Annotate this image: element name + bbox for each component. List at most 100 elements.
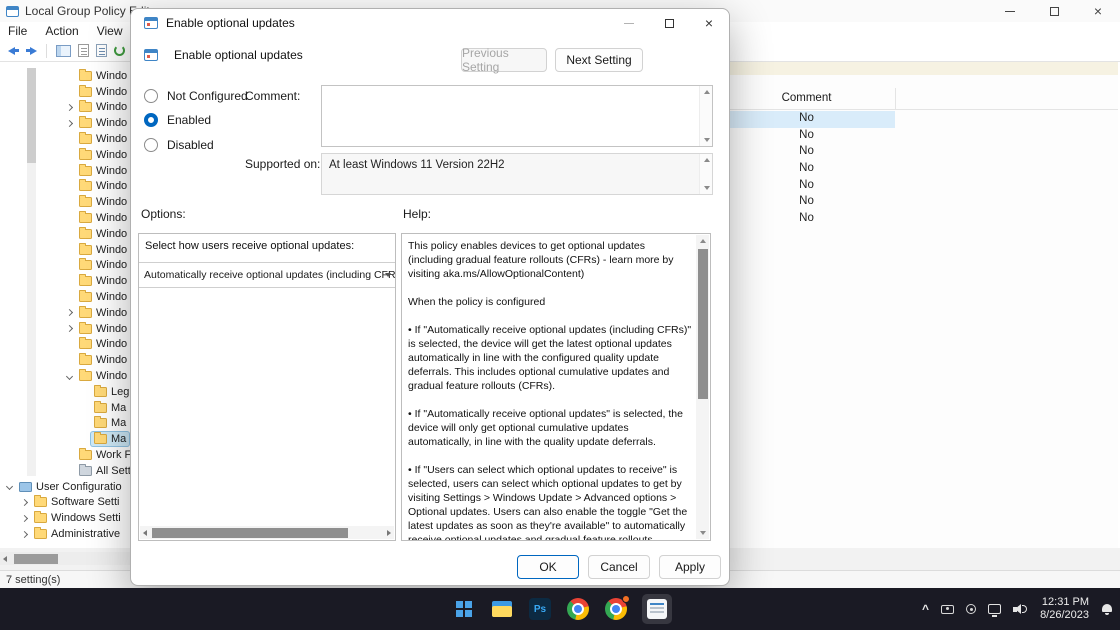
- chevron-icon[interactable]: [64, 324, 74, 334]
- radio-enabled[interactable]: Enabled: [144, 111, 211, 129]
- folder-icon: [79, 292, 92, 302]
- chevron-icon[interactable]: [79, 418, 89, 428]
- radio-circle-icon[interactable]: [144, 113, 158, 127]
- folder-icon: [94, 434, 107, 444]
- chevron-icon[interactable]: [79, 387, 89, 397]
- chevron-icon[interactable]: [64, 466, 74, 476]
- tray-camera-icon[interactable]: [941, 605, 954, 614]
- chevron-icon[interactable]: [64, 245, 74, 255]
- radio-circle-icon[interactable]: [144, 138, 158, 152]
- apply-button[interactable]: Apply: [659, 555, 721, 579]
- scroll-up-icon[interactable]: [704, 90, 710, 94]
- chevron-icon[interactable]: [64, 166, 74, 176]
- chrome-profile-button[interactable]: [604, 597, 628, 621]
- chevron-icon[interactable]: [64, 355, 74, 365]
- console-tree-icon[interactable]: [56, 43, 71, 59]
- volume-icon[interactable]: [1013, 603, 1028, 615]
- export-list-icon[interactable]: [78, 43, 89, 59]
- chevron-icon[interactable]: [79, 434, 89, 444]
- tree-vertical-scrollbar[interactable]: [27, 68, 36, 476]
- chrome-icon: [567, 598, 589, 620]
- scrollbar-thumb[interactable]: [27, 68, 36, 163]
- options-horizontal-scrollbar[interactable]: [140, 526, 394, 539]
- chevron-icon[interactable]: [64, 213, 74, 223]
- back-arrow-icon[interactable]: [8, 43, 19, 59]
- policy-editor-taskbar-button[interactable]: [642, 594, 672, 624]
- chevron-icon[interactable]: [19, 513, 29, 523]
- chevron-down-icon[interactable]: [385, 273, 391, 277]
- chevron-icon[interactable]: [64, 181, 74, 191]
- setting-name: Enable optional updates: [174, 48, 303, 62]
- scroll-down-icon[interactable]: [704, 186, 710, 190]
- refresh-icon[interactable]: [114, 43, 125, 59]
- photoshop-button[interactable]: Ps: [528, 597, 552, 621]
- hidden-icons-chevron-icon[interactable]: ^: [922, 603, 929, 615]
- forward-arrow-icon[interactable]: [26, 43, 37, 59]
- menu-file[interactable]: File: [8, 24, 37, 38]
- chevron-icon[interactable]: [4, 482, 14, 492]
- radio-circle-icon[interactable]: [144, 89, 158, 103]
- scrollbar-thumb[interactable]: [152, 528, 348, 538]
- clock-date: 8/26/2023: [1040, 609, 1089, 622]
- chevron-icon[interactable]: [64, 197, 74, 207]
- chevron-icon[interactable]: [64, 229, 74, 239]
- chevron-icon[interactable]: [64, 134, 74, 144]
- menu-action[interactable]: Action: [45, 24, 88, 38]
- optional-updates-dropdown[interactable]: Automatically receive optional updates (…: [139, 262, 395, 288]
- chevron-icon[interactable]: [64, 260, 74, 270]
- comment-scrollbar[interactable]: [699, 86, 712, 146]
- chevron-icon[interactable]: [64, 87, 74, 97]
- next-setting-button[interactable]: Next Setting: [555, 48, 643, 72]
- folder-icon: [79, 71, 92, 81]
- scroll-right-icon[interactable]: [387, 530, 391, 536]
- chevron-icon[interactable]: [19, 497, 29, 507]
- taskbar: Ps ^ 12:31 PM 8/26/2023: [0, 588, 1120, 630]
- scroll-up-icon[interactable]: [700, 239, 706, 243]
- taskbar-clock[interactable]: 12:31 PM 8/26/2023: [1040, 596, 1089, 622]
- chevron-icon[interactable]: [64, 276, 74, 286]
- chevron-icon[interactable]: [64, 292, 74, 302]
- radio-disabled[interactable]: Disabled: [144, 136, 214, 154]
- status-text: 7 setting(s): [6, 574, 60, 586]
- radio-label: Not Configured: [167, 89, 248, 103]
- tree-item-label: Work F: [96, 449, 131, 461]
- tray-app-icon[interactable]: [966, 604, 976, 614]
- chevron-icon[interactable]: [64, 371, 74, 381]
- scroll-down-icon[interactable]: [704, 138, 710, 142]
- radio-not-configured[interactable]: Not Configured: [144, 87, 248, 105]
- start-button[interactable]: [452, 597, 476, 621]
- maximize-button[interactable]: [1032, 0, 1076, 22]
- dialog-close-button[interactable]: ×: [689, 9, 729, 37]
- chevron-icon[interactable]: [64, 118, 74, 128]
- previous-setting-button[interactable]: Previous Setting: [461, 48, 547, 72]
- chrome-button[interactable]: [566, 597, 590, 621]
- chevron-icon[interactable]: [64, 102, 74, 112]
- scroll-left-icon[interactable]: [143, 530, 147, 536]
- chevron-icon[interactable]: [19, 529, 29, 539]
- chevron-icon[interactable]: [64, 71, 74, 81]
- help-vertical-scrollbar[interactable]: [696, 235, 709, 539]
- scroll-down-icon[interactable]: [700, 531, 706, 535]
- chevron-icon[interactable]: [64, 450, 74, 460]
- scroll-left-icon[interactable]: [3, 556, 7, 562]
- minimize-button[interactable]: [988, 0, 1032, 22]
- notification-bell-icon[interactable]: [1101, 603, 1112, 615]
- supported-scrollbar[interactable]: [699, 154, 712, 194]
- chevron-icon[interactable]: [79, 403, 89, 413]
- file-explorer-button[interactable]: [490, 597, 514, 621]
- menu-view[interactable]: View: [97, 24, 133, 38]
- properties-icon[interactable]: [96, 43, 107, 59]
- scrollbar-thumb[interactable]: [14, 554, 58, 564]
- chevron-icon[interactable]: [64, 339, 74, 349]
- scrollbar-thumb[interactable]: [698, 249, 708, 399]
- close-button[interactable]: ×: [1076, 0, 1120, 22]
- chevron-icon[interactable]: [64, 150, 74, 160]
- ok-button[interactable]: OK: [517, 555, 579, 579]
- cancel-button[interactable]: Cancel: [588, 555, 650, 579]
- scroll-up-icon[interactable]: [704, 158, 710, 162]
- column-header-comment[interactable]: Comment: [718, 92, 895, 104]
- network-icon[interactable]: [988, 604, 1001, 614]
- comment-textbox[interactable]: [321, 85, 713, 147]
- chevron-icon[interactable]: [64, 308, 74, 318]
- dialog-maximize-button[interactable]: [649, 9, 689, 37]
